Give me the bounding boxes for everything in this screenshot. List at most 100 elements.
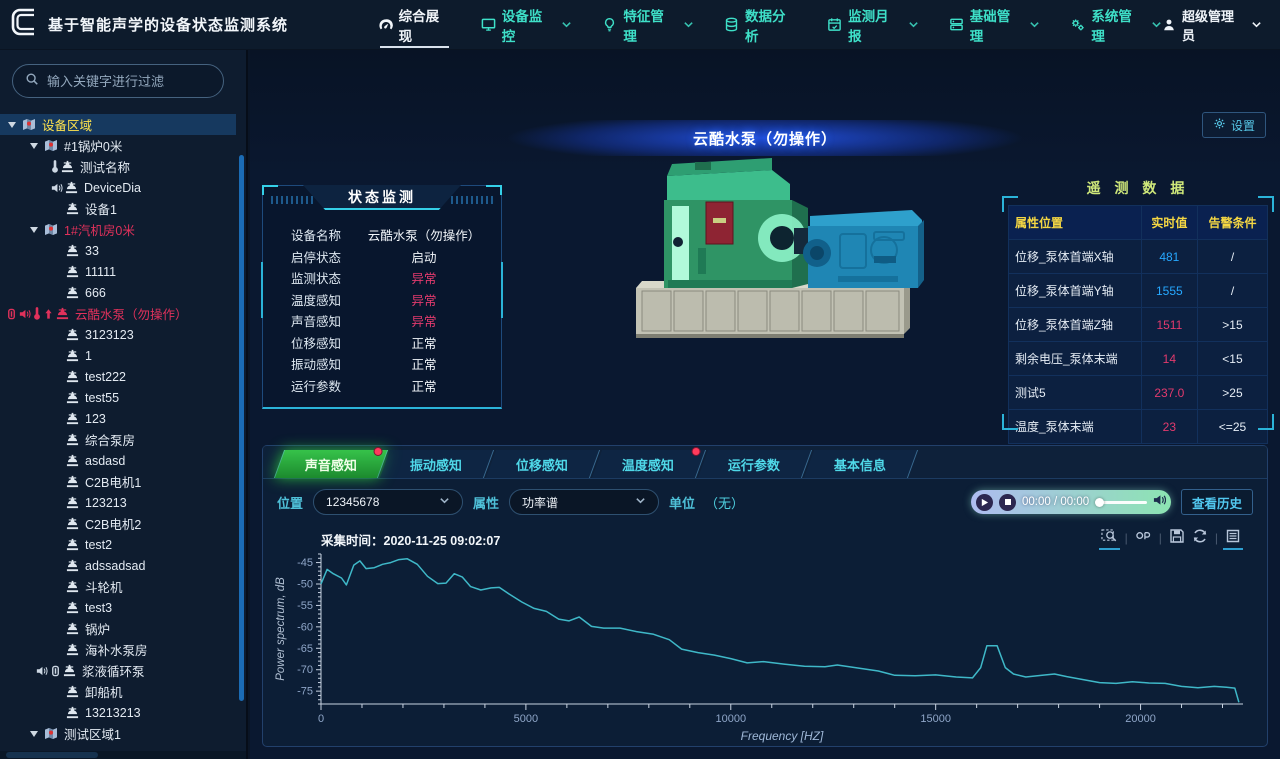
svg-text:-70: -70 [297,664,313,676]
perception-detail-panel: 声音感知振动感知位移感知温度感知运行参数基本信息 位置 12345678 属性 … [262,445,1268,747]
settings-button-label: 设置 [1231,117,1255,134]
tree-item-卸船机[interactable]: 卸船机 [0,681,236,702]
telemetry-header: 属性位置 [1009,206,1142,240]
svg-text:-65: -65 [297,643,313,655]
data-view-icon[interactable] [1225,528,1241,548]
position-select[interactable]: 12345678 [313,489,463,515]
status-panel-title: 状态监测 [303,185,461,210]
tab-运行参数[interactable]: 运行参数 [698,450,812,478]
tree-item-斗轮机[interactable]: 斗轮机 [0,576,236,597]
telemetry-row: 剩余电压_泵体末端14<15 [1009,342,1268,376]
tree-item-test222[interactable]: test222 [0,366,236,387]
svg-text:Power spectrum, dB: Power spectrum, dB [275,577,287,681]
tab-声音感知[interactable]: 声音感知 [274,450,388,478]
panel-dot-texture [451,196,493,204]
device-icon [66,496,79,509]
tree-expand-arrow[interactable] [30,143,38,149]
view-history-button[interactable]: 查看历史 [1181,489,1253,515]
search-input[interactable] [47,74,223,89]
status-value: 异常 [359,268,489,287]
tree-item-设备1[interactable]: 设备1 [0,198,236,219]
tree-item-海补水泵房[interactable]: 海补水泵房 [0,639,236,660]
user-menu[interactable]: 超级管理员 [1162,6,1262,44]
tree-item-label: 123213 [85,496,127,510]
tree-item-label: 测试名称 [80,157,130,176]
attribute-select-value: 功率谱 [522,494,558,511]
status-value: 正常 [359,376,489,395]
app-logo-icon [10,6,40,43]
tab-基本信息[interactable]: 基本信息 [804,450,918,478]
telemetry-row: 温度_泵体末端23<=25 [1009,410,1268,444]
speaker-icon[interactable] [1153,493,1166,511]
tree-item-666[interactable]: 666 [0,282,236,303]
tree-item-label: 33 [85,244,99,258]
tree-item-test2[interactable]: test2 [0,534,236,555]
tree-item-3123123[interactable]: 3123123 [0,324,236,345]
tree-item-33[interactable]: 33 [0,240,236,261]
status-label: 启停状态 [263,247,359,266]
tree-item-C2B电机2[interactable]: C2B电机2 [0,513,236,534]
nav-item-特征管理[interactable]: 特征管理 [602,0,694,50]
tree-item-label: 设备1 [85,199,117,218]
stop-button[interactable] [999,494,1016,511]
zoom-reset-icon[interactable] [1135,528,1152,548]
settings-button[interactable]: 设置 [1202,112,1266,138]
nav-item-label: 设备监控 [502,5,554,45]
play-button[interactable] [976,494,993,511]
sidebar-horizontal-scrollbar[interactable] [6,752,98,758]
attribute-select[interactable]: 功率谱 [509,489,659,515]
device-icon [66,454,79,467]
tree-item-浆液循环泵[interactable]: 浆液循环泵 [0,660,236,681]
nav-item-设备监控[interactable]: 设备监控 [481,0,573,50]
tree-item-1[interactable]: 1 [0,345,236,366]
nav-item-系统管理[interactable]: 系统管理 [1070,0,1162,50]
telemetry-attr-name: 位移_泵体首端X轴 [1009,240,1142,274]
tree-item-adssadsad[interactable]: adssadsad [0,555,236,576]
device-icon [66,685,79,698]
tree-expand-arrow[interactable] [30,731,38,737]
svg-text:Frequency [HZ]: Frequency [HZ] [741,729,824,743]
tab-温度感知[interactable]: 温度感知 [592,450,706,478]
refresh-icon[interactable] [1192,528,1208,548]
unit-label: 单位 [669,493,695,512]
tree-item-test55[interactable]: test55 [0,387,236,408]
tree-item-云酷水泵（勿操作）[interactable]: 云酷水泵（勿操作） [0,303,236,324]
tree-item-1#汽机房0米[interactable]: 1#汽机房0米 [0,219,236,240]
machine-3d-model[interactable] [612,138,952,343]
tab-位移感知[interactable]: 位移感知 [486,450,600,478]
area-map-icon [44,223,58,236]
tree-item-123[interactable]: 123 [0,408,236,429]
telemetry-table: 属性位置实时值告警条件 位移_泵体首端X轴481/位移_泵体首端Y轴1555/位… [1008,205,1268,444]
tree-item-设备区域[interactable]: 设备区域 [0,114,236,135]
volume-slider[interactable] [1095,501,1147,504]
tree-item-测试名称[interactable]: 测试名称 [0,156,236,177]
tree-item-#1锅炉0米[interactable]: #1锅炉0米 [0,135,236,156]
tree-item-123213[interactable]: 123213 [0,492,236,513]
tree-expand-arrow[interactable] [8,122,16,128]
calendar-icon [827,17,842,32]
gears-icon [1070,17,1085,32]
tree-item-综合泵房[interactable]: 综合泵房 [0,429,236,450]
volume-slider-knob[interactable] [1095,498,1104,507]
nav-item-综合展现[interactable]: 综合展现 [378,0,451,50]
nav-item-数据分析[interactable]: 数据分析 [724,0,797,50]
tab-振动感知[interactable]: 振动感知 [380,450,494,478]
sidebar-vertical-scrollbar[interactable] [239,155,244,701]
nav-menu: 综合展现 设备监控 特征管理数据分析监测月报基础管理系统管理 [378,0,1162,50]
nav-item-监测月报[interactable]: 监测月报 [827,0,919,50]
nav-item-基础管理[interactable]: 基础管理 [949,0,1041,50]
tree-expand-arrow[interactable] [30,227,38,233]
tree-item-13213213[interactable]: 13213213 [0,702,236,723]
tree-item-锅炉[interactable]: 锅炉 [0,618,236,639]
app-brand: 基于智能声学的设备状态监测系统 [0,6,378,43]
tree-item-test3[interactable]: test3 [0,597,236,618]
save-image-icon[interactable] [1169,528,1185,548]
tree-item-DeviceDia[interactable]: DeviceDia [0,177,236,198]
panel-corner-accent [1258,414,1274,430]
tree-item-C2B电机1[interactable]: C2B电机1 [0,471,236,492]
zoom-select-icon[interactable] [1101,528,1118,548]
tree-item-11111[interactable]: 11111 [0,261,236,282]
tree-item-asdasd[interactable]: asdasd [0,450,236,471]
server-icon [949,17,964,32]
tree-item-测试区域1[interactable]: 测试区域1 [0,723,236,744]
